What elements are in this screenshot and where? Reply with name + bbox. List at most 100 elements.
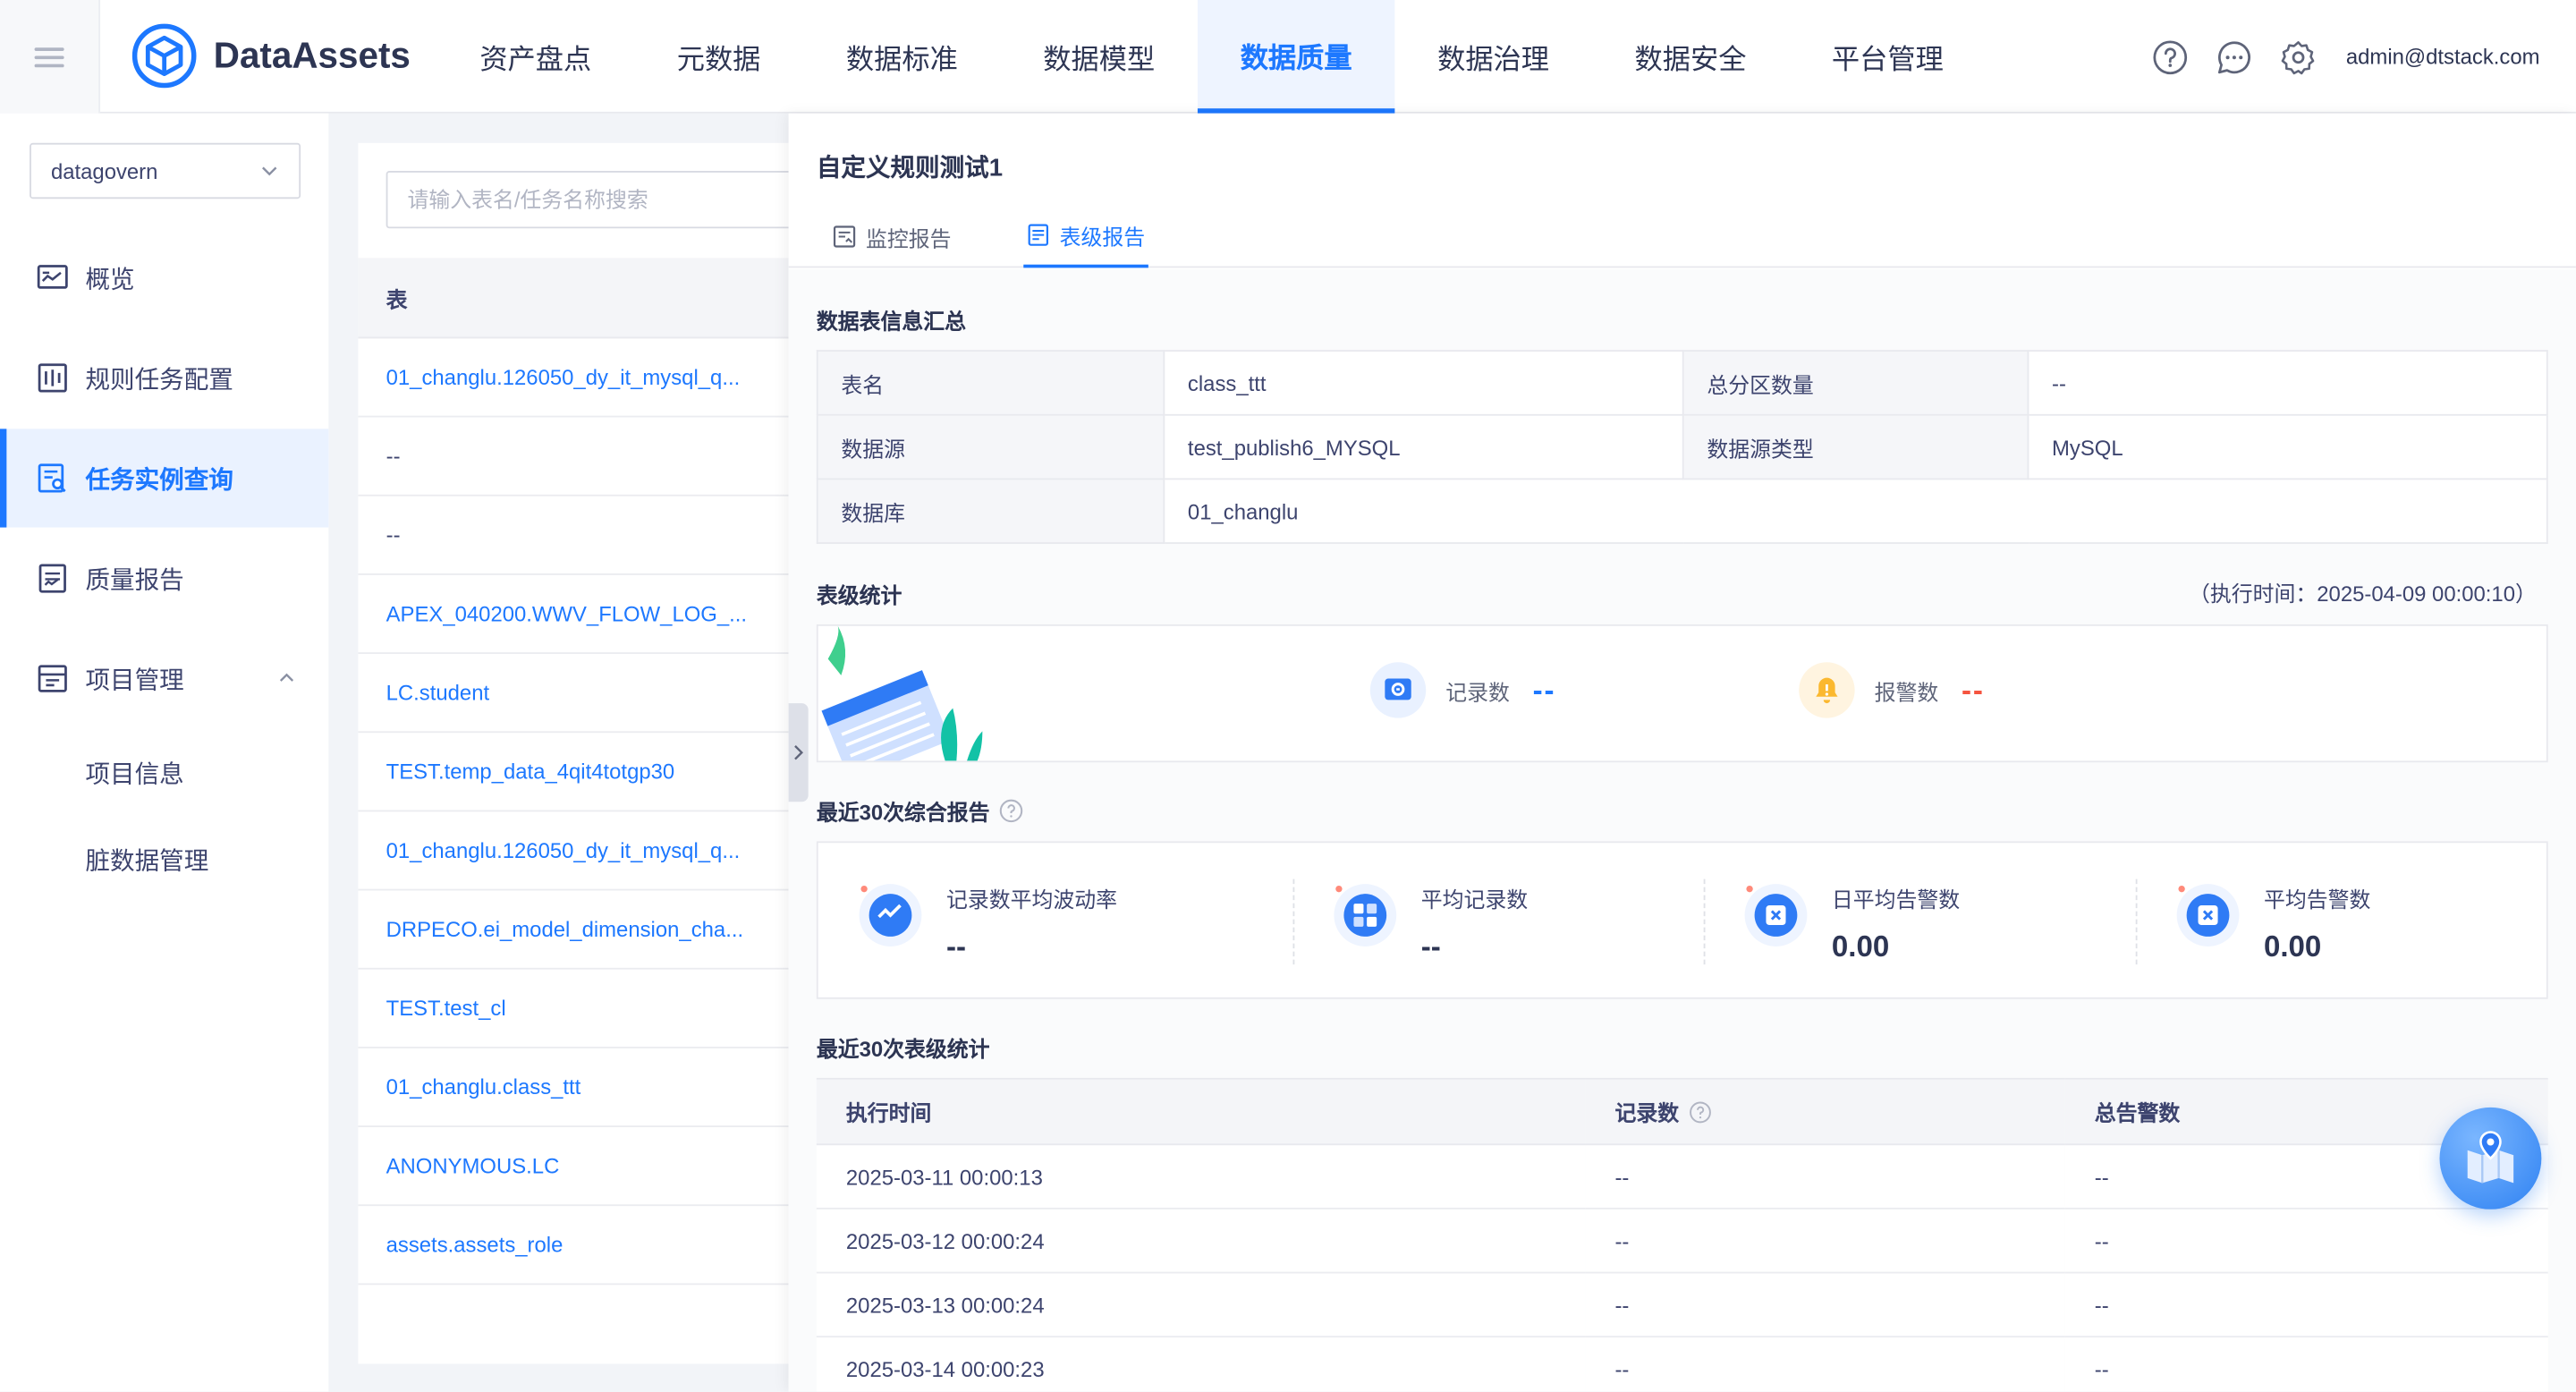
brand-name: DataAssets [213,34,411,76]
table-row[interactable]: -- [358,418,789,497]
tab-label: 表级报告 [1059,224,1146,250]
cell-total-alarms: -- [2064,1337,2548,1392]
cell-exec-time: 2025-03-13 00:00:24 [816,1272,1586,1338]
table-row[interactable]: assets.assets_role [358,1206,789,1286]
sidebar-item-label: 概览 [85,265,135,293]
info-value-database: 01_changlu [1163,478,2548,544]
info-value-table-name: class_ttt [1163,350,1684,416]
alarm-x-icon [1744,884,1808,946]
table-row[interactable]: -- [358,497,789,575]
info-label: 表名 [816,350,1165,416]
report-card-value: 0.00 [1831,929,1890,963]
stats-section-title: 表级统计 [816,583,902,608]
report-tabs: 监控报告 表级报告 [788,206,2576,268]
table-row[interactable]: 01_changlu.126050_dy_it_mysql_q... [358,811,789,891]
table-row: 2025-03-13 00:00:24 -- -- [816,1272,2548,1338]
floating-guide-button[interactable] [2439,1107,2542,1210]
sidebar-subitem-project-info[interactable]: 项目信息 [86,756,184,791]
cell-records: -- [1585,1144,2065,1210]
sidebar-item-label: 质量报告 [85,565,184,594]
table-list-header: 表 [358,258,789,339]
column-header-exec-time: 执行时间 [816,1077,1586,1146]
cell-total-alarms: -- [2064,1272,2548,1338]
nav-metadata[interactable]: 元数据 [634,0,803,114]
sidebar-item-project-management[interactable]: 项目管理 [0,629,328,727]
report-card-label: 记录数平均波动率 [945,887,1117,912]
cell-records: -- [1585,1337,2065,1392]
sidebar-item-overview[interactable]: 概览 [0,228,328,327]
report-card-value: 0.00 [2263,929,2322,963]
report-card-label: 平均记录数 [1420,887,1529,912]
info-label: 数据源 [816,413,1165,480]
rule-config-icon [38,363,67,393]
info-value-source: test_publish6_MYSQL [1163,413,1684,480]
sidebar-item-label: 任务实例查询 [85,465,233,494]
nav-data-standard[interactable]: 数据标准 [803,0,1000,114]
table-row[interactable]: 01_changlu.class_ttt [358,1048,789,1127]
table-row[interactable]: LC.student [358,654,789,734]
report-icon [38,564,66,593]
sidebar-item-instance-query[interactable]: 任务实例查询 [0,429,329,528]
table-row[interactable]: TEST.test_cl [358,970,789,1048]
message-icon[interactable] [2216,38,2252,74]
info-label: 数据源类型 [1682,413,2029,480]
user-account[interactable]: admin@dtstack.com [2346,45,2540,70]
project-select-value: datagovern [50,158,158,183]
tab-table-report[interactable]: 表级报告 [1023,206,1148,268]
project-select[interactable]: datagovern [30,142,301,199]
help-icon[interactable] [2152,38,2188,74]
dashboard-icon [37,265,68,289]
table-search-input[interactable] [386,171,789,229]
settings-gear-icon[interactable] [2280,38,2316,74]
tab-monitor-report[interactable]: 监控报告 [833,206,951,268]
stat-value-records: -- [1532,673,1556,706]
sidebar-subitem-dirty-data[interactable]: 脏数据管理 [86,843,209,878]
cell-exec-time: 2025-03-11 00:00:13 [816,1144,1586,1210]
report-summary-box: 记录数平均波动率 -- 平均记录数 -- 日平均告警数 0.00 平均告警数 0.00 [816,841,2548,999]
main-nav: 资产盘点 元数据 数据标准 数据模型 数据质量 数据治理 数据安全 平台管理 [437,0,1987,114]
report-card-label: 平均告警数 [2263,887,2371,912]
brand-logo[interactable]: DataAssets [131,23,411,89]
cell-exec-time: 2025-03-12 00:00:24 [816,1208,1586,1274]
nav-platform-admin[interactable]: 平台管理 [1789,0,1986,114]
nav-asset-inventory[interactable]: 资产盘点 [437,0,634,114]
collapse-panel-handle[interactable] [788,703,809,802]
report-section-label: 最近30次综合报告 [816,800,990,826]
table-row[interactable]: APEX_040200.WWV_FLOW_LOG_... [358,575,789,655]
table-row[interactable]: TEST.temp_data_4qit4totgp30 [358,733,789,812]
alarm-x-icon [2176,884,2240,946]
info-value-source-type: MySQL [2027,413,2548,480]
chevron-down-icon [262,166,277,176]
illustration-icon [821,625,983,761]
monitor-report-icon [833,225,856,248]
nav-data-quality[interactable]: 数据质量 [1197,0,1395,114]
menu-toggle-button[interactable] [0,0,101,114]
table-row[interactable]: ANONYMOUS.LC [358,1127,789,1207]
info-label: 数据库 [816,478,1165,544]
nav-data-security[interactable]: 数据安全 [1592,0,1789,114]
header-actions: admin@dtstack.com [2124,0,2540,114]
sidebar-item-quality-report[interactable]: 质量报告 [0,529,328,627]
sidebar-item-rule-config[interactable]: 规则任务配置 [0,328,328,427]
nav-data-governance[interactable]: 数据治理 [1394,0,1591,114]
top-header: DataAssets 资产盘点 元数据 数据标准 数据模型 数据质量 数据治理 … [0,0,2576,114]
history-table: 执行时间 记录数 总告警数 2025-03-11 00:00:13 -- -- … [816,1077,2548,1392]
report-card-label: 日平均告警数 [1831,887,1961,912]
table-report-icon [1028,224,1048,246]
history-section-title: 最近30次表级统计 [816,1036,990,1062]
table-row[interactable]: 01_changlu.126050_dy_it_mysql_q... [358,338,789,418]
cell-total-alarms: -- [2064,1208,2548,1274]
chevron-up-icon [279,673,294,682]
help-circle-icon[interactable] [1000,799,1025,824]
divider [1292,878,1295,965]
table-stats-box: 记录数 -- 报警数 -- [816,624,2548,763]
stat-label: 记录数 [1445,679,1510,705]
cube-logo-icon [131,23,197,89]
column-header-label: 记录数 [1614,1100,1680,1126]
nav-data-model[interactable]: 数据模型 [1001,0,1198,114]
help-circle-icon[interactable] [1689,1101,1712,1125]
table-row[interactable]: DRPECO.ei_model_dimension_cha... [358,890,789,970]
report-card-value: -- [1420,929,1441,963]
grid-blocks-icon [1334,884,1397,946]
chevron-right-icon [794,745,803,760]
